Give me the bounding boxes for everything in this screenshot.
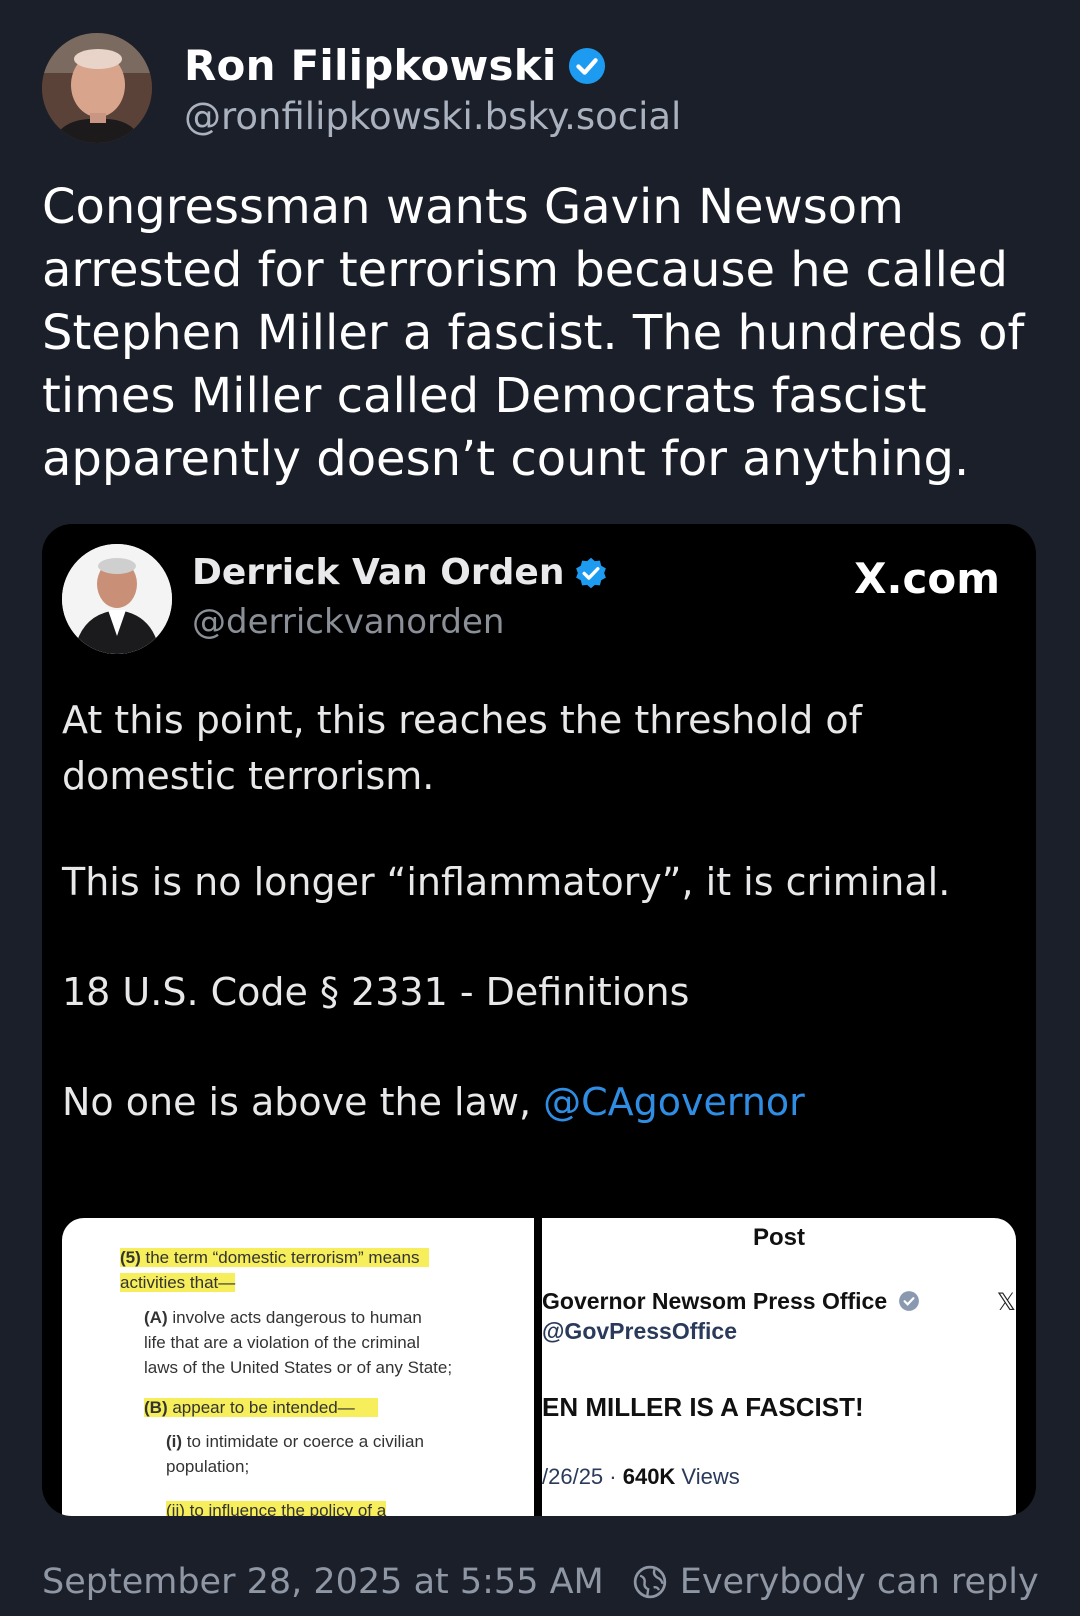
embed-paragraph-3: 18 U.S. Code § 2331 - Definitions (62, 970, 690, 1014)
embedded-post[interactable]: Derrick Van Orden @derrickvanorden X.com… (42, 524, 1036, 1516)
post-timestamp[interactable]: September 28, 2025 at 5:55 AM (42, 1562, 604, 1602)
embed-author-name[interactable]: Derrick Van Orden (192, 552, 564, 593)
screenshot-title: Post (752, 1224, 805, 1251)
doc-clause-number: (5) (120, 1248, 141, 1267)
doc-clause-number: (B) (144, 1398, 168, 1417)
doc-line: activities that— (120, 1273, 236, 1292)
author-name-row: Ron Filipkowski (184, 41, 606, 90)
screenshot-date: /26/25 · (542, 1464, 623, 1489)
doc-line: involve acts dangerous to human (167, 1308, 422, 1327)
doc-line: the term “domestic terrorism” means (140, 1248, 420, 1267)
screenshot-verified-icon (898, 1291, 919, 1311)
legal-text-image[interactable]: (5) the term “domestic terrorism” means … (62, 1218, 534, 1516)
screenshot-author-handle: @GovPressOffice (542, 1318, 738, 1344)
author-name[interactable]: Ron Filipkowski (184, 41, 556, 90)
embed-author-avatar[interactable] (62, 544, 172, 654)
post-footer: September 28, 2025 at 5:55 AM Everybody … (42, 1562, 1039, 1602)
x-logo-icon: 𝕏 (996, 1289, 1016, 1316)
screenshot-body: EN MILLER IS A FASCIST! (542, 1392, 864, 1422)
post-screenshot-image[interactable]: Post Governor Newsom Press Office 𝕏 @Gov… (542, 1218, 1016, 1516)
globe-icon (633, 1565, 666, 1599)
post-header: Ron Filipkowski @ronfilipkowski.bsky.soc… (42, 33, 1042, 143)
reply-setting[interactable]: Everybody can reply (680, 1562, 1039, 1602)
doc-line: to intimidate or coerce a civilian (182, 1432, 424, 1451)
screenshot-author-name-text: Governor Newsom Press Office (542, 1288, 888, 1314)
embed-paragraph-1: At this point, this reaches the threshol… (62, 698, 863, 798)
embed-paragraph-4-text: No one is above the law, (62, 1080, 544, 1124)
embed-media[interactable]: (5) the term “domestic terrorism” means … (62, 1218, 1016, 1516)
embed-author-handle[interactable]: @derrickvanorden (192, 602, 504, 642)
doc-clause-number: (A) (144, 1308, 168, 1327)
verified-badge-icon (576, 557, 607, 588)
doc-line: laws of the United States or of any Stat… (144, 1358, 453, 1377)
mention-link[interactable]: @CAgovernor (543, 1080, 805, 1124)
embed-paragraph-4: No one is above the law, @CAgovernor (62, 1074, 1012, 1130)
screenshot-views-label: Views (675, 1464, 740, 1489)
author-handle[interactable]: @ronfilipkowski.bsky.social (184, 95, 681, 138)
screenshot-author-name: Governor Newsom Press Office (542, 1288, 920, 1315)
doc-line: appear to be intended— (167, 1398, 355, 1417)
embed-paragraph-2: This is no longer “inflammatory”, it is … (62, 860, 951, 904)
author-avatar[interactable] (42, 33, 152, 143)
screenshot-meta: /26/25 · 640K Views (542, 1464, 740, 1490)
verified-badge-icon (569, 47, 606, 84)
post-text: Congressman wants Gavin Newsom arrested … (42, 179, 1025, 487)
doc-line: population; (166, 1457, 250, 1476)
doc-clause-number: (i) (166, 1432, 183, 1451)
screenshot-views-count: 640K (622, 1464, 676, 1489)
embed-name-row: Derrick Van Orden (192, 552, 608, 593)
doc-line: (ii) to influence the policy of a (166, 1501, 387, 1516)
source-label: X.com (854, 554, 1000, 603)
doc-line: life that are a violation of the crimina… (144, 1333, 420, 1352)
